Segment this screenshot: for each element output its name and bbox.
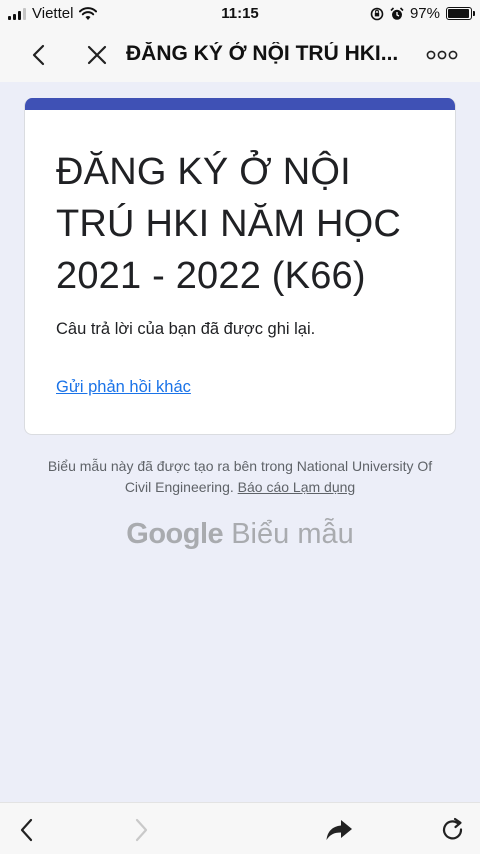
more-icon	[426, 50, 458, 60]
back-button[interactable]	[22, 38, 56, 72]
nav-bar: ĐĂNG KÝ Ở NỘI TRÚ HKI...	[0, 28, 480, 82]
reload-icon	[442, 817, 463, 840]
form-response-card: ĐĂNG KÝ Ở NỘI TRÚ HKI NĂM HỌC 2021 - 202…	[24, 98, 456, 435]
confirmation-message: Câu trả lời của bạn đã được ghi lại.	[56, 320, 316, 338]
status-right: 97%	[370, 5, 475, 22]
google-wordmark: Google	[126, 518, 224, 550]
browser-back-button[interactable]	[10, 813, 44, 847]
browser-back-icon	[20, 818, 33, 842]
status-bar: Viettel 11:15 97%	[0, 0, 480, 28]
card-accent-bar	[25, 98, 455, 110]
browser-toolbar	[0, 802, 480, 854]
battery-icon	[446, 7, 475, 20]
share-button[interactable]	[322, 813, 356, 847]
back-icon	[32, 44, 45, 66]
browser-forward-icon	[135, 818, 148, 842]
reload-button[interactable]	[436, 813, 470, 847]
close-button[interactable]	[80, 38, 114, 72]
battery-percent: 97%	[409, 5, 440, 22]
alarm-icon	[390, 6, 404, 20]
submit-another-response-link[interactable]: Gửi phản hồi khác	[56, 378, 191, 397]
share-icon	[326, 820, 352, 840]
report-abuse-link[interactable]: Báo cáo Lạm dụng	[238, 479, 356, 495]
close-icon	[87, 45, 107, 65]
more-button[interactable]	[424, 38, 460, 72]
orientation-lock-icon	[370, 7, 384, 20]
battery-fill	[448, 9, 470, 18]
forms-wordmark: Biểu mẫu	[231, 518, 354, 550]
google-forms-logo[interactable]: Google Biểu mẫu	[0, 518, 480, 551]
page-title: ĐĂNG KÝ Ở NỘI TRÚ HKI...	[126, 42, 399, 65]
browser-forward-button[interactable]	[124, 813, 158, 847]
form-title: ĐĂNG KÝ Ở NỘI TRÚ HKI NĂM HỌC 2021 - 202…	[56, 151, 401, 297]
footer-note: Biểu mẫu này đã được tạo ra bên trong Na…	[40, 456, 440, 498]
